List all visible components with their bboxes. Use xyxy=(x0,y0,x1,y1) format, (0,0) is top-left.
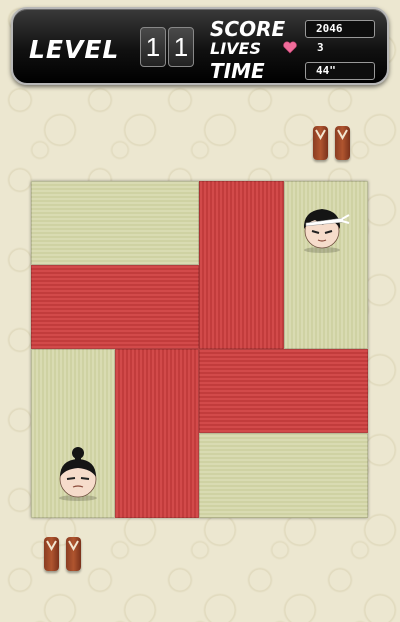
game-board xyxy=(31,181,368,518)
score-label: SCORE xyxy=(210,17,286,41)
hud-panel: LEVEL 1 1 SCORE 2046 LIVES 3 TIME 44" xyxy=(11,7,389,85)
level-digit-2: 1 xyxy=(168,27,194,67)
score-value: 2046 xyxy=(305,20,375,38)
goal-sandals-bottom[interactable] xyxy=(42,535,86,577)
tatami-red-2[interactable] xyxy=(31,265,199,349)
sandal-strap-icon xyxy=(315,129,348,141)
tatami-green-1[interactable] xyxy=(31,181,199,265)
ninja-character-icon[interactable] xyxy=(293,203,351,253)
tatami-green-4[interactable] xyxy=(199,433,368,518)
sandal-strap-icon xyxy=(46,540,79,552)
tatami-red-4[interactable] xyxy=(199,349,368,433)
tatami-red-1[interactable] xyxy=(199,181,284,349)
time-value: 44" xyxy=(305,62,375,80)
level-label: LEVEL xyxy=(29,35,120,64)
goal-sandals-top[interactable] xyxy=(311,124,355,166)
level-digit-1: 1 xyxy=(140,27,166,67)
lives-value: 3 xyxy=(317,41,324,54)
lives-label: LIVES xyxy=(210,39,261,58)
heart-icon xyxy=(283,41,297,54)
time-label: TIME xyxy=(210,59,265,83)
tatami-red-3[interactable] xyxy=(115,349,199,518)
sumo-character-icon[interactable] xyxy=(49,445,107,501)
